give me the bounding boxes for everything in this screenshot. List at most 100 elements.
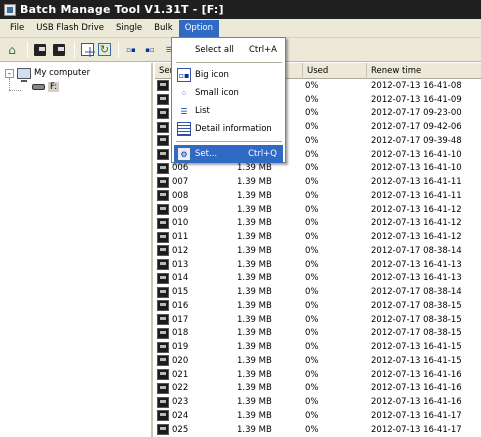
table-row[interactable]: 025 1.39 MB 0% 2012-07-13 16-41-17 bbox=[155, 423, 481, 437]
table-row[interactable]: 017 1.39 MB 0% 2012-07-17 08-38-15 bbox=[155, 313, 481, 327]
tree-item-my-computer[interactable]: - My computer bbox=[5, 66, 90, 82]
serial-value: 019 bbox=[172, 342, 189, 353]
grid-icon[interactable] bbox=[79, 42, 95, 58]
serial-cell: 018 bbox=[155, 327, 235, 339]
usb-drive-icon bbox=[157, 424, 169, 436]
serial-value: 020 bbox=[172, 355, 189, 366]
table-row[interactable]: 008 1.39 MB 0% 2012-07-13 16-41-11 bbox=[155, 189, 481, 203]
menu-usb-flash-drive[interactable]: USB Flash Drive bbox=[30, 20, 110, 37]
serial-value: 018 bbox=[172, 328, 189, 339]
used-cell: 0% bbox=[305, 355, 319, 366]
menu-item-set[interactable]: ⚙ Set... Ctrl+Q bbox=[174, 145, 283, 163]
serial-value: 016 bbox=[172, 300, 189, 311]
renew-time-cell: 2012-07-13 16-41-11 bbox=[371, 190, 462, 201]
collapse-toggle[interactable]: - bbox=[5, 68, 14, 78]
serial-cell: 014 bbox=[155, 272, 235, 284]
table-row[interactable]: 012 1.39 MB 0% 2012-07-17 08-38-14 bbox=[155, 244, 481, 258]
used-cell: 0% bbox=[305, 80, 319, 91]
table-row[interactable]: 021 1.39 MB 0% 2012-07-13 16-41-16 bbox=[155, 368, 481, 382]
menu-item-big-icon[interactable]: ▫▪ Big icon bbox=[174, 66, 283, 84]
table-row[interactable]: 023 1.39 MB 0% 2012-07-13 16-41-16 bbox=[155, 395, 481, 409]
size-cell: 1.39 MB bbox=[237, 342, 272, 353]
table-row[interactable]: 019 1.39 MB 0% 2012-07-13 16-41-15 bbox=[155, 340, 481, 354]
table-row[interactable]: 020 1.39 MB 0% 2012-07-13 16-41-15 bbox=[155, 354, 481, 368]
table-row[interactable]: 016 1.39 MB 0% 2012-07-17 08-38-15 bbox=[155, 299, 481, 313]
serial-value: 015 bbox=[172, 287, 189, 298]
menu-item-label: Big icon bbox=[195, 70, 229, 80]
used-cell: 0% bbox=[305, 245, 319, 256]
size-cell: 1.39 MB bbox=[237, 369, 272, 380]
home-icon[interactable]: ⌂ bbox=[4, 42, 20, 58]
table-row[interactable]: 010 1.39 MB 0% 2012-07-13 16-41-12 bbox=[155, 217, 481, 231]
used-cell: 0% bbox=[305, 177, 319, 188]
menu-item-label: Set... bbox=[195, 149, 218, 159]
menu-item-label: Detail information bbox=[195, 124, 272, 134]
renew-time-cell: 2012-07-13 16-41-17 bbox=[371, 424, 462, 435]
menu-item-label: Small icon bbox=[195, 88, 239, 98]
table-row[interactable]: 011 1.39 MB 0% 2012-07-13 16-41-12 bbox=[155, 230, 481, 244]
size-cell: 1.39 MB bbox=[237, 410, 272, 421]
size-cell: 1.39 MB bbox=[237, 163, 272, 174]
renew-time-cell: 2012-07-13 16-41-13 bbox=[371, 259, 462, 270]
table-row[interactable]: 015 1.39 MB 0% 2012-07-17 08-38-14 bbox=[155, 285, 481, 299]
serial-cell: 011 bbox=[155, 231, 235, 243]
computer-icon bbox=[17, 67, 31, 82]
renew-time-cell: 2012-07-13 16-41-13 bbox=[371, 273, 462, 284]
table-row[interactable]: 022 1.39 MB 0% 2012-07-13 16-41-16 bbox=[155, 382, 481, 396]
settings-icon: ⚙ bbox=[177, 147, 191, 161]
renew-time-cell: 2012-07-13 16-41-16 bbox=[371, 383, 462, 394]
menu-item-small-icon[interactable]: ⁘ Small icon bbox=[174, 84, 283, 102]
column-header-used[interactable]: Used bbox=[303, 63, 367, 79]
used-cell: 0% bbox=[305, 383, 319, 394]
renew-time-cell: 2012-07-13 16-41-16 bbox=[371, 369, 462, 380]
usb-drive-icon bbox=[157, 369, 169, 381]
usb-drive-icon bbox=[157, 231, 169, 243]
used-cell: 0% bbox=[305, 342, 319, 353]
serial-cell: 015 bbox=[155, 286, 235, 298]
size-cell: 1.39 MB bbox=[237, 190, 272, 201]
refresh-icon[interactable]: ↻ bbox=[98, 43, 111, 56]
save-all-icon[interactable] bbox=[51, 42, 67, 58]
size-cell: 1.39 MB bbox=[237, 259, 272, 270]
table-row[interactable]: 013 1.39 MB 0% 2012-07-13 16-41-13 bbox=[155, 258, 481, 272]
menu-file[interactable]: File bbox=[4, 20, 30, 37]
table-row[interactable]: 006 1.39 MB 0% 2012-07-13 16-41-10 bbox=[155, 162, 481, 176]
table-row[interactable]: 009 1.39 MB 0% 2012-07-13 16-41-12 bbox=[155, 203, 481, 217]
menu-item-detail-information[interactable]: Detail information bbox=[174, 120, 283, 138]
small-icon-view-icon[interactable]: ▪▫ bbox=[142, 42, 158, 58]
big-icon-view-icon[interactable]: ▫▪ bbox=[123, 42, 139, 58]
menu-item-select-all[interactable]: Select all Ctrl+A bbox=[174, 41, 283, 59]
serial-value: 011 bbox=[172, 232, 189, 243]
menu-option[interactable]: Option bbox=[178, 19, 220, 37]
usb-drive-icon bbox=[157, 355, 169, 367]
column-header-renew-time[interactable]: Renew time bbox=[367, 63, 481, 79]
usb-drive-icon bbox=[157, 135, 169, 147]
usb-drive-icon bbox=[157, 162, 169, 174]
usb-drive-icon bbox=[157, 327, 169, 339]
serial-value: 013 bbox=[172, 259, 189, 270]
window-title: Batch Manage Tool V1.31T - [F:] bbox=[20, 3, 224, 16]
serial-cell: 022 bbox=[155, 382, 235, 394]
serial-value: 022 bbox=[172, 383, 189, 394]
drive-icon bbox=[32, 84, 45, 90]
size-cell: 1.39 MB bbox=[237, 287, 272, 298]
menu-item-list[interactable]: ☰ List bbox=[174, 102, 283, 120]
usb-drive-icon bbox=[157, 121, 169, 133]
usb-drive-icon bbox=[157, 94, 169, 106]
table-row[interactable]: 007 1.39 MB 0% 2012-07-13 16-41-11 bbox=[155, 175, 481, 189]
usb-drive-icon bbox=[157, 286, 169, 298]
serial-cell: 013 bbox=[155, 259, 235, 271]
renew-time-cell: 2012-07-13 16-41-17 bbox=[371, 410, 462, 421]
save-icon[interactable] bbox=[32, 42, 48, 58]
table-row[interactable]: 014 1.39 MB 0% 2012-07-13 16-41-13 bbox=[155, 272, 481, 286]
menu-bulk[interactable]: Bulk bbox=[148, 20, 179, 37]
table-row[interactable]: 024 1.39 MB 0% 2012-07-13 16-41-17 bbox=[155, 409, 481, 423]
usb-drive-icon bbox=[157, 396, 169, 408]
table-row[interactable]: 018 1.39 MB 0% 2012-07-17 08-38-15 bbox=[155, 327, 481, 341]
tree-item-drive-f[interactable]: F: bbox=[32, 80, 60, 94]
list-view-icon: ☰ bbox=[180, 106, 188, 116]
detail-view-icon bbox=[177, 122, 191, 136]
menu-separator bbox=[176, 141, 282, 142]
used-cell: 0% bbox=[305, 300, 319, 311]
menu-single[interactable]: Single bbox=[110, 20, 148, 37]
